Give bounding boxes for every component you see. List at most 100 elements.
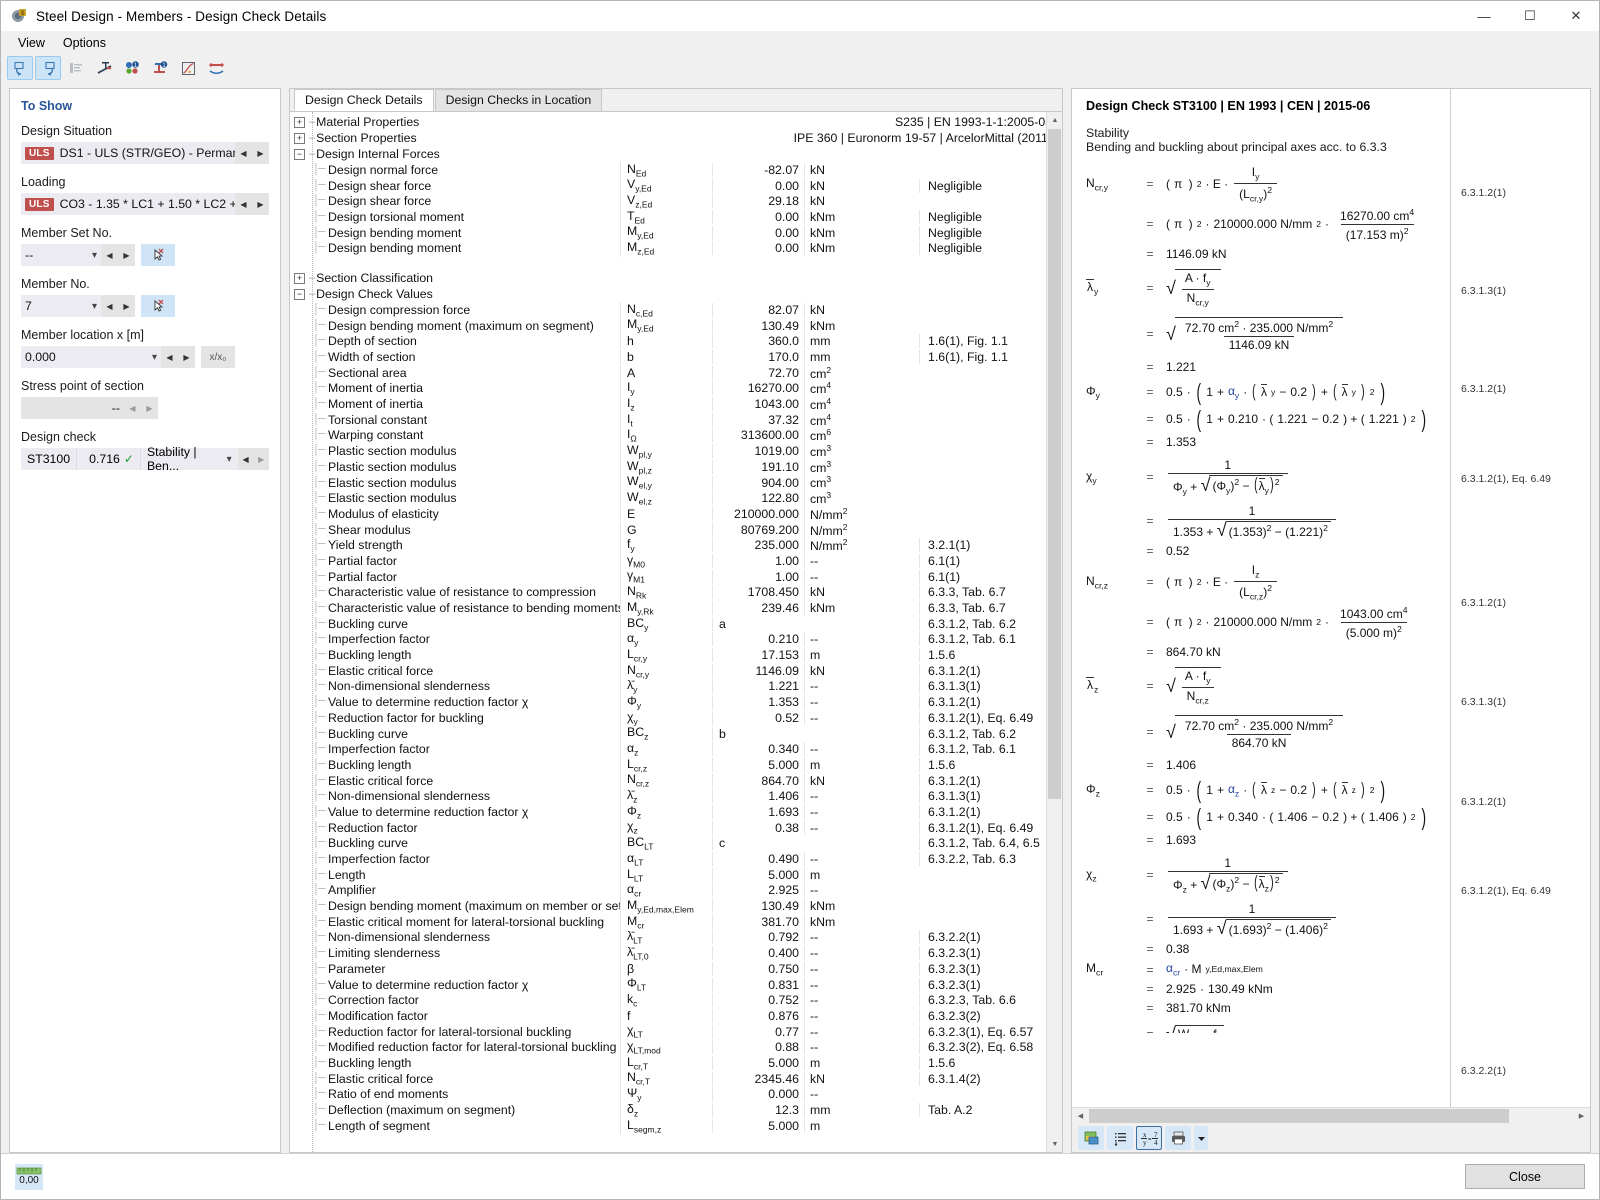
menu-item-options[interactable]: Options [54, 34, 115, 52]
tree-data-row[interactable]: Depth of sectionh360.0mm 1.6(1), Fig. 1.1 [290, 334, 1062, 350]
tree-data-row[interactable]: Deflection (maximum on segment)δz12.3mm T… [290, 1101, 1062, 1119]
tab-design-check-details[interactable]: Design Check Details [294, 89, 434, 111]
result-values-icon[interactable]: 1 [119, 56, 145, 80]
tree-data-row[interactable]: Modification factorf0.876-- 6.3.2.3(2) [290, 1008, 1062, 1024]
tree-data-row[interactable]: Partial factorγM11.00-- 6.1(1) [290, 568, 1062, 585]
tree-data-row[interactable]: Buckling lengthLcr,z5.000m 1.5.6 [290, 756, 1062, 774]
scroll-right-icon[interactable]: ▶ [1573, 1108, 1590, 1124]
tree-data-row[interactable]: Sectional areaA72.70cm2 [290, 364, 1062, 381]
loading-combo[interactable]: ULS CO3 - 1.35 * LC1 + 1.50 * LC2 + ... … [21, 193, 235, 215]
tree-data-row[interactable]: Moment of inertiaIz1043.00cm4 [290, 395, 1062, 413]
section-axis-icon[interactable] [91, 56, 117, 80]
maximize-button[interactable]: ☐ [1507, 1, 1553, 32]
tree-data-row[interactable]: Non-dimensional slendernessλ̄z1.406-- 6.3… [290, 788, 1062, 805]
design-check-ratio-cell[interactable]: 0.716 ✓ [77, 448, 141, 470]
tree-data-row[interactable]: Value to determine reduction factor χΦLT… [290, 976, 1062, 993]
tree-data-row[interactable]: Elastic section modulusWel,y904.00cm3 [290, 474, 1062, 491]
print-dropdown-icon[interactable] [1194, 1126, 1208, 1150]
precision-value-icon[interactable]: 0,00 [15, 1163, 43, 1190]
undo-view-icon[interactable] [7, 56, 33, 80]
member-curve-icon[interactable] [203, 56, 229, 80]
tree-group-row[interactable]: + – Section Classification [290, 270, 1062, 286]
member-no-prev-button[interactable]: ◀ [101, 295, 118, 317]
tree-data-row[interactable]: Reduction factor for bucklingχy0.52-- 6.3… [290, 709, 1062, 727]
select-member-icon[interactable] [141, 295, 175, 317]
tree-data-row[interactable]: Elastic critical moment for lateral-tors… [290, 913, 1062, 931]
tree-data-row[interactable]: Design bending momentMz,Ed0.00kNm Negligi… [290, 240, 1062, 257]
tree-data-row[interactable]: Design normal forceNEd-82.07kN [290, 161, 1062, 179]
tree-data-row[interactable]: Length of segmentLsegm,z5.000m [290, 1117, 1062, 1134]
print-icon[interactable] [1165, 1126, 1191, 1150]
tree-data-row[interactable]: Reduction factorχz0.38-- 6.3.1.2(1), Eq. … [290, 819, 1062, 836]
stress-point-next-button[interactable]: ▶ [141, 397, 158, 419]
tree-data-row[interactable]: Value to determine reduction factor χΦy1… [290, 693, 1062, 711]
member-set-combo[interactable]: -- ▾ [21, 244, 101, 266]
loading-prev-button[interactable]: ◀ [235, 193, 252, 215]
tree-data-row[interactable]: Non-dimensional slendernessλ̄LT0.792-- 6.… [290, 929, 1062, 946]
member-no-next-button[interactable]: ▶ [118, 295, 135, 317]
menu-item-view[interactable]: View [9, 34, 54, 52]
tab-design-checks-in-location[interactable]: Design Checks in Location [434, 89, 603, 111]
scroll-up-icon[interactable]: ▲ [1047, 112, 1062, 128]
tree-data-row[interactable]: Buckling curveBCya 6.3.1.2, Tab. 6.2 [290, 615, 1062, 632]
tree-data-row[interactable]: Design bending moment (maximum on member… [290, 897, 1062, 915]
design-check-next-button[interactable]: ▶ [253, 448, 269, 470]
tree-data-row[interactable]: Design shear forceVy,Ed0.00kN Negligible [290, 177, 1062, 194]
expand-icon[interactable]: + [294, 132, 305, 144]
tree-data-row[interactable]: Limiting slendernessλ̄LT,00.400-- 6.3.2.3… [290, 944, 1062, 962]
tree-data-row[interactable]: Imperfection factorαLT0.490-- 6.3.2.2, Ta… [290, 850, 1062, 868]
tree-data-row[interactable]: Value to determine reduction factor χΦz1… [290, 803, 1062, 821]
member-location-combo[interactable]: 0.000 ▾ [21, 346, 161, 368]
tree-data-row[interactable]: Non-dimensional slendernessλ̄y1.221-- 6.3… [290, 678, 1062, 695]
collapse-icon[interactable]: − [294, 288, 305, 300]
diagram-chart-icon[interactable] [175, 56, 201, 80]
select-member-set-icon[interactable] [141, 244, 175, 266]
tree-data-row[interactable]: Partial factorγM01.00-- 6.1(1) [290, 552, 1062, 570]
scroll-down-icon[interactable]: ▼ [1047, 1136, 1062, 1152]
tree-data-row[interactable]: Torsional constantIt37.32cm4 [290, 411, 1062, 429]
tree-data-row[interactable]: Correction factorkc0.752-- 6.3.2.3, Tab. … [290, 992, 1062, 1009]
details-vertical-scrollbar[interactable]: ▲ ▼ [1046, 112, 1062, 1152]
collapse-icon[interactable]: − [294, 148, 305, 160]
formula-horizontal-scrollbar[interactable]: ◀ ▶ [1072, 1107, 1590, 1124]
design-situation-prev-button[interactable]: ◀ [235, 142, 252, 164]
tree-data-row[interactable]: Reduction factor for lateral-torsional b… [290, 1023, 1062, 1040]
tree-data-row[interactable]: Elastic critical forceNcr,z864.70kN 6.3.1… [290, 772, 1062, 789]
design-check-description-cell[interactable]: Stability | Ben... ▾ [140, 445, 238, 473]
tree-data-row[interactable]: Characteristic value of resistance to be… [290, 599, 1062, 617]
list-details-icon[interactable] [63, 56, 89, 80]
member-location-prev-button[interactable]: ◀ [161, 346, 178, 368]
tree-data-row[interactable]: Amplifierαcr2.925-- [290, 882, 1062, 899]
tree-data-row[interactable]: Design bending momentMy,Ed0.00kNm Negligi… [290, 224, 1062, 241]
tree-data-row[interactable]: Width of sectionb170.0mm 1.6(1), Fig. 1.1 [290, 349, 1062, 365]
tree-data-row[interactable]: Shear modulusG80769.200N/mm2 [290, 521, 1062, 538]
minimize-button[interactable]: — [1461, 1, 1507, 32]
design-situation-next-button[interactable]: ▶ [252, 142, 269, 164]
tree-data-row[interactable]: LengthLLT5.000m [290, 866, 1062, 883]
insert-picture-icon[interactable] [1078, 1126, 1104, 1150]
tree-data-row[interactable]: Plastic section modulusWpl,z191.10cm3 [290, 458, 1062, 476]
tree-data-row[interactable]: Yield strengthfy235.000N/mm2 3.2.1(1) [290, 537, 1062, 554]
stress-point-combo[interactable]: -- [21, 397, 124, 419]
close-window-button[interactable]: ✕ [1553, 1, 1599, 32]
tree-data-row[interactable]: Design torsional momentTEd0.00kNm Negligi… [290, 208, 1062, 226]
tree-data-row[interactable]: Modified reduction factor for lateral-to… [290, 1039, 1062, 1056]
tree-group-row[interactable]: − – Design Internal Forces [290, 146, 1062, 162]
member-set-next-button[interactable]: ▶ [118, 244, 135, 266]
tree-data-row[interactable]: Buckling curveBCzb 6.3.1.2, Tab. 6.2 [290, 725, 1062, 742]
detail-list-icon[interactable] [1107, 1126, 1133, 1150]
expand-icon[interactable]: + [294, 272, 305, 284]
tree-data-row[interactable]: Imperfection factorαz0.340-- 6.3.1.2, Tab… [290, 741, 1062, 758]
tree-data-row[interactable]: Design shear forceVz,Ed29.18kN [290, 193, 1062, 210]
formula-fraction-icon[interactable]: x y = 7 4 [1136, 1126, 1162, 1150]
tree-data-row[interactable]: Parameterβ0.750-- 6.3.2.3(1) [290, 961, 1062, 977]
tree-data-row[interactable]: Moment of inertiaIy16270.00cm4 [290, 380, 1062, 397]
scroll-left-icon[interactable]: ◀ [1072, 1108, 1089, 1124]
member-location-next-button[interactable]: ▶ [178, 346, 195, 368]
close-button[interactable]: Close [1465, 1164, 1585, 1189]
member-set-prev-button[interactable]: ◀ [101, 244, 118, 266]
tree-data-row[interactable]: Buckling lengthLcr,T5.000m 1.5.6 [290, 1054, 1062, 1072]
tree-data-row[interactable]: Elastic critical forceNcr,T2345.46kN 6.3.… [290, 1070, 1062, 1087]
stress-point-prev-button[interactable]: ◀ [124, 397, 141, 419]
design-check-id[interactable]: ST3100 [21, 448, 78, 470]
